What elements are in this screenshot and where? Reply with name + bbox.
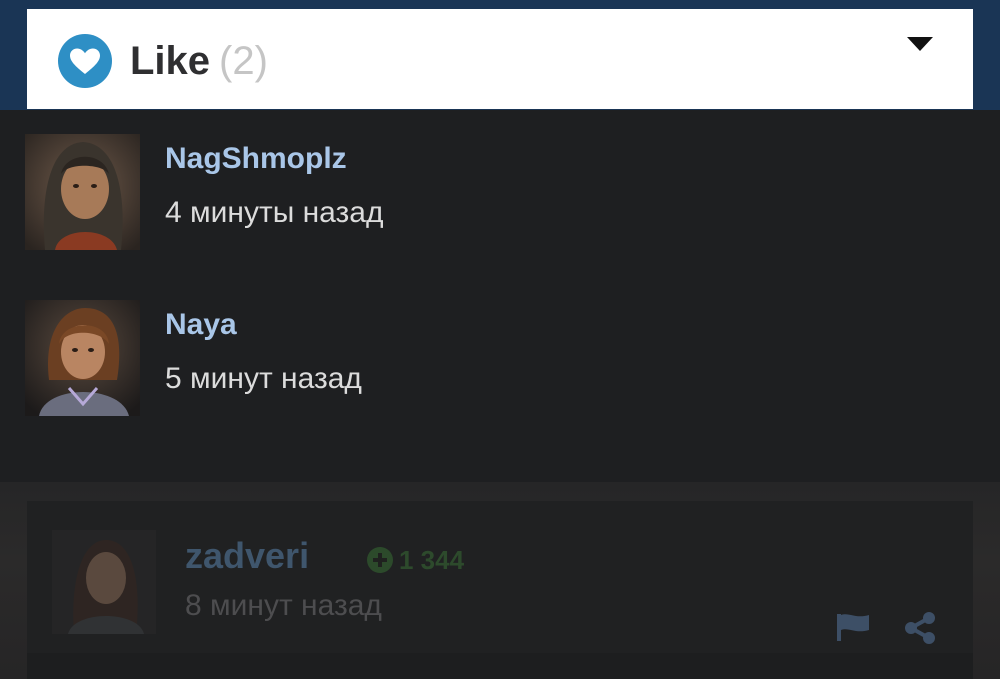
liker-name[interactable]: NagShmoplz xyxy=(165,142,347,176)
reputation-badge: 1 344 xyxy=(367,545,464,575)
liker-time: 5 минут назад xyxy=(165,362,362,395)
list-item[interactable]: Naya 5 минут назад xyxy=(25,300,985,418)
likers-list: NagShmoplz 4 минуты назад Naya 5 минут н… xyxy=(0,110,1000,482)
reputation-value: 1 344 xyxy=(399,544,465,575)
plus-circle-icon xyxy=(367,547,393,573)
like-label: Like xyxy=(130,39,211,83)
comment-background: zadveri 1 344 8 минут назад xyxy=(0,482,1000,679)
avatar[interactable] xyxy=(25,300,140,416)
avatar[interactable] xyxy=(25,134,140,250)
likes-popup-header[interactable]: Like (2) xyxy=(27,9,973,109)
liker-time: 4 минуты назад xyxy=(165,196,384,229)
like-count: (2) xyxy=(219,39,268,83)
comment-author[interactable]: zadveri xyxy=(185,536,309,576)
heart-icon xyxy=(58,34,112,88)
caret-down-icon[interactable] xyxy=(907,37,933,51)
comment-body xyxy=(27,653,973,679)
flag-icon[interactable] xyxy=(835,612,871,642)
list-item[interactable]: NagShmoplz 4 минуты назад xyxy=(25,134,985,252)
liker-name[interactable]: Naya xyxy=(165,308,237,342)
share-icon[interactable] xyxy=(903,612,937,644)
avatar[interactable] xyxy=(52,530,156,634)
comment-time: 8 минут назад xyxy=(185,589,382,622)
